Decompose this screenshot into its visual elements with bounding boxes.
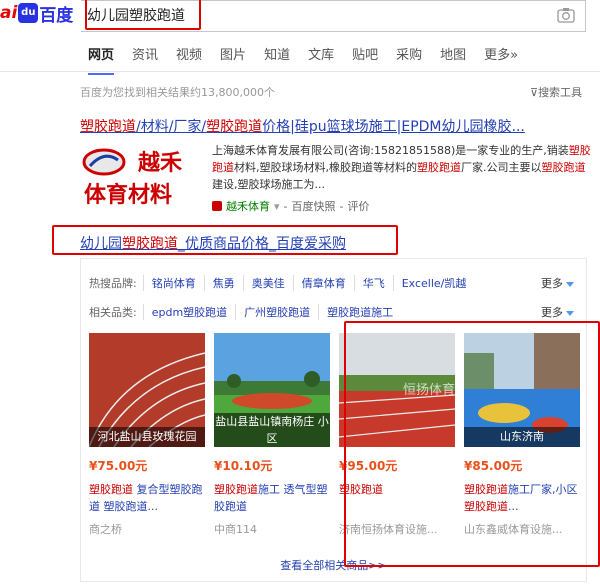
search-tools-label: 搜索工具 [538,86,583,99]
chevron-down-icon[interactable]: ▾ [274,200,280,213]
search-box[interactable] [81,0,586,32]
result2-title-link[interactable]: 幼儿园塑胶跑道_优质商品价格_百度爱采购 [80,233,346,253]
product-desc[interactable]: 塑胶跑道 复合型塑胶跑道 塑胶跑道... [89,481,205,515]
product-image[interactable]: 盐山县盐山镇南杨庄 小区 [214,333,330,447]
view-all-products-link[interactable]: 查看全部相关商品>> [81,557,586,573]
product-shop: 济南恒扬体育设施... [339,523,438,536]
logo-text-top: 越禾 [137,151,182,176]
product-image[interactable]: 河北盐山县玫瑰花园 [89,333,205,447]
product-desc[interactable]: 塑胶跑道施工厂家,小区塑胶跑道... [464,481,580,515]
related-categories-label: 相关品类: [89,306,137,319]
more-categories-button[interactable]: 更多 [541,304,574,320]
baidu-logo[interactable]: ai du 百度 [0,2,74,26]
hot-brands-row: 热搜品牌: 铭尚体育 焦勇 奥美佳 倩章体育 华飞 Excelle/凯越 [89,275,474,291]
camera-icon[interactable] [557,7,575,23]
related-category-0[interactable]: epdm塑胶跑道 [142,304,235,320]
filter-icon: ⊽ [530,86,539,99]
related-category-2[interactable]: 塑胶跑道施工 [318,304,401,320]
related-category-1[interactable]: 广州塑胶跑道 [235,304,318,320]
result1-source: 越禾体育 ▾ - 百度快照 - 评价 [212,198,370,214]
result1-title-link[interactable]: 塑胶跑道/材料/厂家/塑胶跑道价格|硅pu篮球场施工|EPDM幼儿园橡胶... [80,116,525,136]
result1-description: 上海越禾体育发展有限公司(咨询:15821851588)是一家专业的生产,销装塑… [212,144,591,191]
chevron-down-icon [566,310,574,316]
hot-brand-0[interactable]: 铭尚体育 [142,275,204,291]
product-shop: 商之桥 [89,523,122,536]
product-price: ¥75.00元 [89,459,148,473]
snapshot-link[interactable]: 百度快照 [292,198,336,214]
hot-brand-5[interactable]: Excelle/凯越 [392,275,475,291]
related-categories-row: 相关品类: epdm塑胶跑道 广州塑胶跑道 塑胶跑道施工 [89,304,401,320]
hot-brand-4[interactable]: 华飞 [353,275,393,291]
product-price: ¥95.00元 [339,459,398,473]
product-caption: 盐山县盐山镇南杨庄 小区 [214,413,330,447]
aicaigou-card: 热搜品牌: 铭尚体育 焦勇 奥美佳 倩章体育 华飞 Excelle/凯越 更多 相关品类:… [80,258,587,582]
source-name-link[interactable]: 越禾体育 [226,198,270,214]
yuehe-logo-image: 越禾 体育材料 [82,148,182,208]
product-desc[interactable]: 塑胶跑道施工 透气型塑胶跑道 [214,481,330,515]
product-shop: 中商114 [214,523,257,536]
more-brands-button[interactable]: 更多 [541,275,574,291]
product-image[interactable]: 恒扬体育 [339,333,455,447]
product-caption: 河北盐山县玫瑰花园 [89,427,205,447]
review-link[interactable]: 评价 [348,198,370,214]
product-image[interactable]: 山东济南 [464,333,580,447]
more-brands-label: 更多 [541,277,563,290]
source-favicon-icon [212,201,222,211]
hot-brand-2[interactable]: 奥美佳 [242,275,293,291]
product-caption: 山东济南 [464,427,580,447]
result-count: 百度为您找到相关结果约13,800,000个 [80,86,275,99]
product-price: ¥10.10元 [214,459,273,473]
product-card[interactable]: 恒扬体育 ¥95.00元 塑胶跑道 济南恒扬体育设施... [339,333,455,537]
logo-text-bottom: 体育材料 [84,182,172,208]
product-card[interactable]: 山东济南 ¥85.00元 塑胶跑道施工厂家,小区塑胶跑道... 山东鑫威体育设施… [464,333,580,537]
logo-text-baidu: 百度 [39,5,74,26]
chevron-down-icon [566,281,574,287]
more-categories-label: 更多 [541,306,563,319]
tabs-divider [0,71,600,72]
logo-text-ai: ai [0,3,18,23]
search-tools-button[interactable]: ⊽搜索工具 [530,84,582,100]
product-price: ¥85.00元 [464,459,523,473]
hot-brands-label: 热搜品牌: [89,277,137,290]
hot-brand-1[interactable]: 焦勇 [203,275,243,291]
search-input[interactable] [85,3,199,27]
product-watermark: 恒扬体育 [402,383,455,398]
product-card[interactable]: 盐山县盐山镇南杨庄 小区 ¥10.10元 塑胶跑道施工 透气型塑胶跑道 中商11… [214,333,330,537]
hot-brand-3[interactable]: 倩章体育 [292,275,354,291]
logo-paw-icon: du [18,3,39,23]
product-shop: 山东鑫威体育设施... [464,523,563,536]
product-desc[interactable]: 塑胶跑道 [339,481,455,515]
product-card[interactable]: 河北盐山县玫瑰花园 ¥75.00元 塑胶跑道 复合型塑胶跑道 塑胶跑道... 商… [89,333,205,537]
